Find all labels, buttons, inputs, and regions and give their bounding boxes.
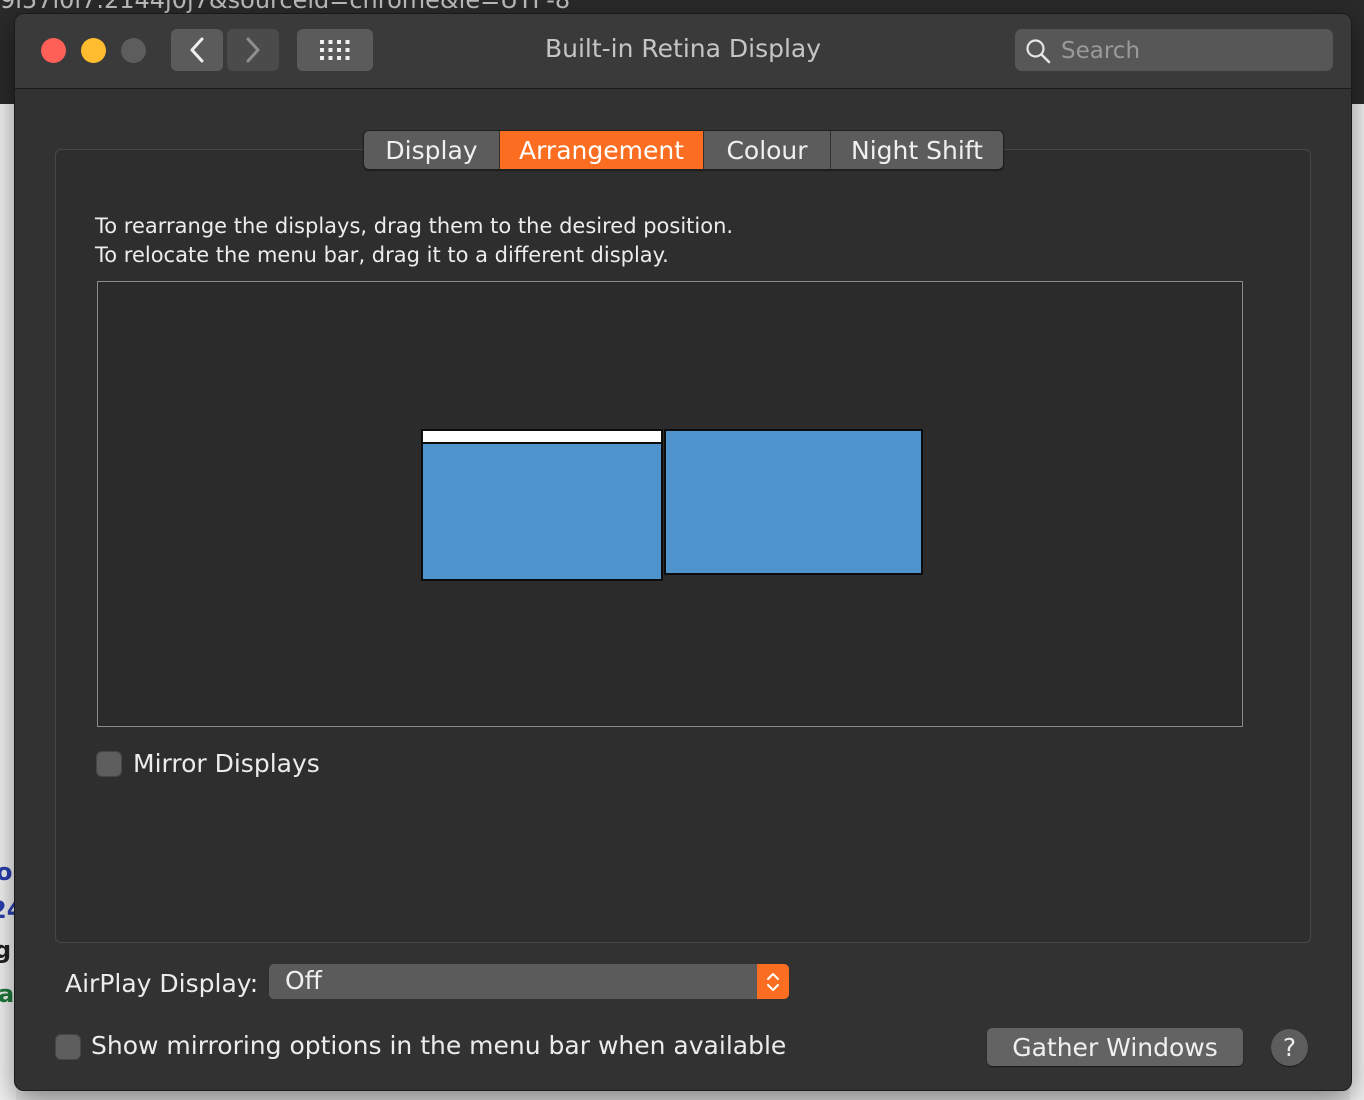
- tab-arrangement[interactable]: Arrangement: [500, 131, 704, 169]
- window-title: Built-in Retina Display: [544, 34, 822, 63]
- forward-button[interactable]: [227, 29, 279, 71]
- grid-icon: [320, 40, 350, 60]
- show-all-button[interactable]: [297, 29, 373, 71]
- gather-windows-button[interactable]: Gather Windows: [987, 1028, 1243, 1066]
- airplay-display-label: AirPlay Display:: [65, 969, 259, 998]
- airplay-display-value: Off: [285, 966, 322, 995]
- help-button[interactable]: ?: [1271, 1029, 1308, 1066]
- title-bar[interactable]: Built-in Retina Display: [15, 14, 1351, 89]
- menu-bar-indicator[interactable]: [423, 431, 661, 444]
- show-mirroring-label: Show mirroring options in the menu bar w…: [91, 1031, 787, 1060]
- chevron-up-down-icon: [767, 972, 779, 991]
- instruction-menu-bar: To relocate the menu bar, drag it to a d…: [95, 243, 669, 267]
- background-fragment: g: [0, 936, 12, 964]
- show-mirroring-checkbox[interactable]: [55, 1034, 81, 1060]
- chevron-right-icon: [246, 37, 260, 63]
- search-field[interactable]: [1015, 29, 1333, 73]
- secondary-display[interactable]: [664, 429, 923, 575]
- stepper-arrows-icon[interactable]: [757, 964, 789, 999]
- tab-night-shift[interactable]: Night Shift: [831, 131, 1003, 169]
- tab-colour[interactable]: Colour: [704, 131, 831, 169]
- back-button[interactable]: [171, 29, 223, 71]
- background-right-strip: [1350, 104, 1364, 1100]
- minimize-button[interactable]: [81, 38, 106, 63]
- background-fragment: o: [0, 858, 13, 886]
- close-button[interactable]: [41, 38, 66, 63]
- preferences-window: Built-in Retina Display Display Arrangem…: [14, 13, 1352, 1091]
- search-input[interactable]: [1059, 29, 1323, 73]
- zoom-button[interactable]: [121, 38, 146, 63]
- tab-bar: Display Arrangement Colour Night Shift: [363, 130, 1004, 170]
- instruction-rearrange: To rearrange the displays, drag them to …: [95, 214, 734, 238]
- mirror-displays-label: Mirror Displays: [133, 749, 320, 778]
- background-url-fragment: 9i57i0i7.2144j0j7&sourceid=chrome&ie=UTF…: [0, 0, 571, 14]
- airplay-display-select[interactable]: Off: [269, 964, 789, 999]
- tab-display[interactable]: Display: [364, 131, 500, 169]
- chevron-left-icon: [190, 37, 204, 63]
- background-fragment: a: [0, 980, 15, 1008]
- arrangement-area: [97, 281, 1243, 727]
- search-icon: [1026, 39, 1051, 64]
- display-with-menu-bar[interactable]: [421, 429, 663, 581]
- mirror-displays-checkbox[interactable]: [96, 751, 122, 777]
